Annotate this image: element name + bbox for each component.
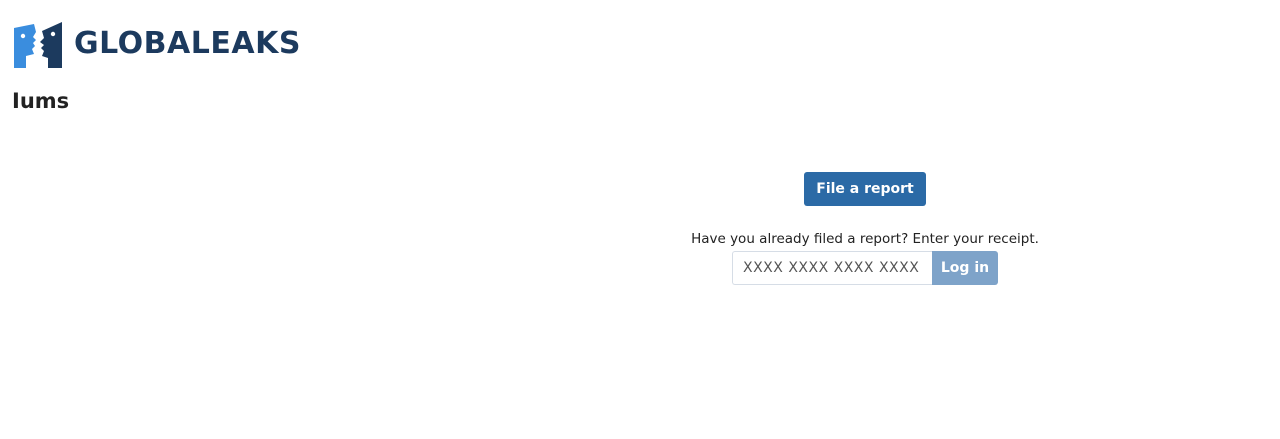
globaleaks-logo-icon: [14, 22, 62, 68]
receipt-prompt: Have you already filed a report? Enter y…: [691, 231, 1039, 247]
logo-text: GLOBALEAKS: [74, 26, 301, 61]
receipt-login-form: Log in: [732, 251, 998, 285]
file-report-button[interactable]: File a report: [804, 172, 926, 206]
header: GLOBALEAKS: [12, 18, 301, 70]
receipt-input[interactable]: [732, 251, 932, 285]
login-button[interactable]: Log in: [932, 251, 998, 285]
main-content: File a report Have you already filed a r…: [640, 172, 1090, 285]
site-name: Iums: [12, 89, 70, 113]
page: GLOBALEAKS Iums File a report Have you a…: [0, 0, 1280, 439]
